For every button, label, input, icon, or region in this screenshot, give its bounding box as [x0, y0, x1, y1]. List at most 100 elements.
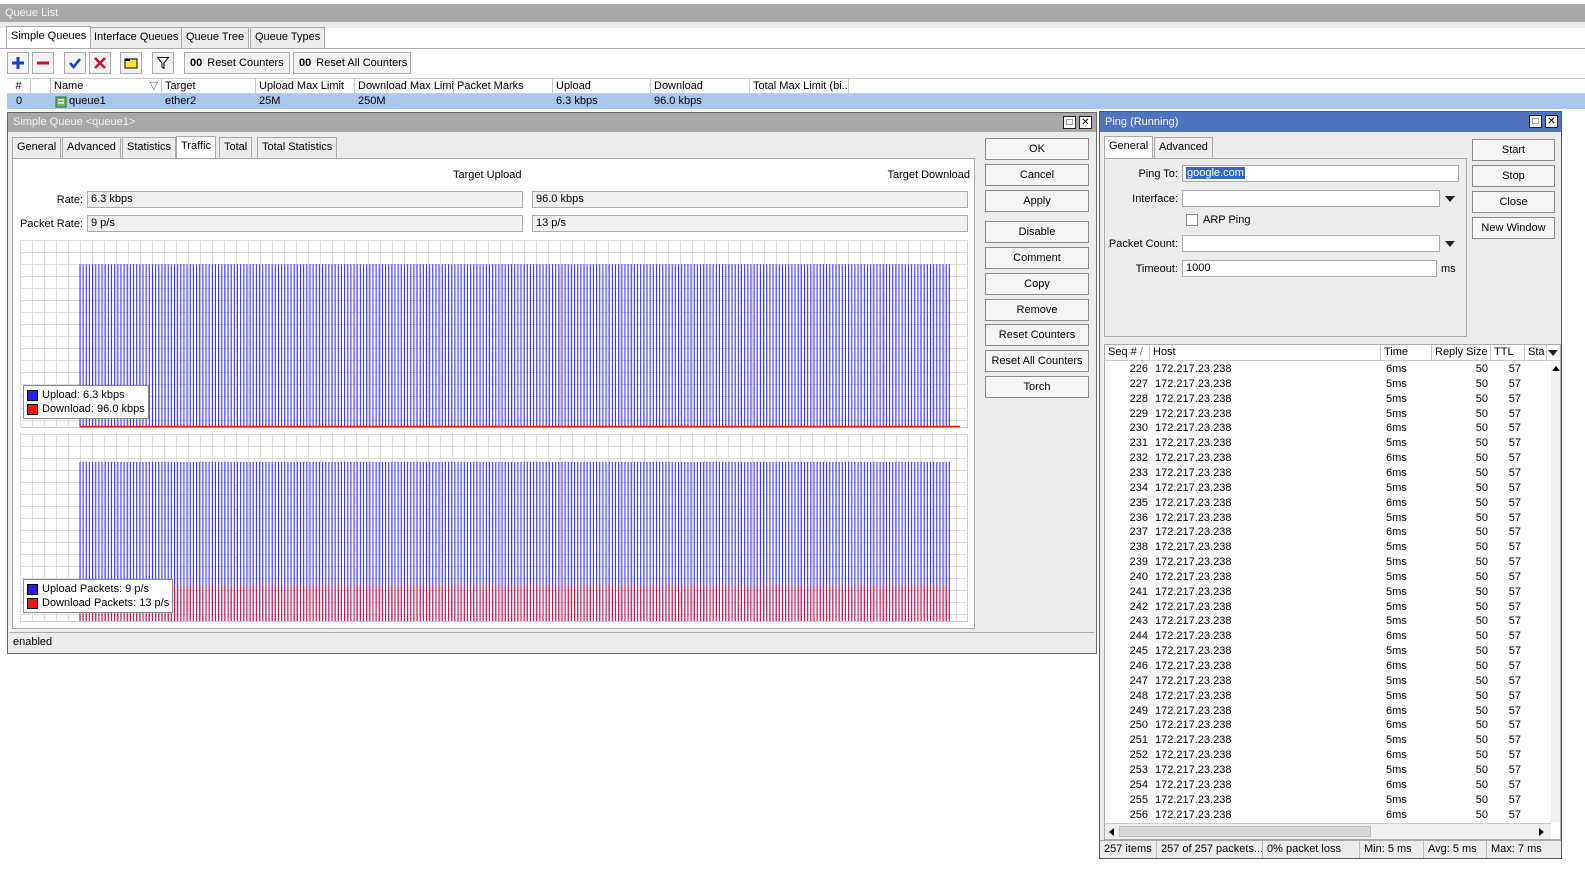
- reset-all-counters-button[interactable]: 00 Reset All Counters: [293, 52, 411, 74]
- apply-button[interactable]: Apply: [985, 190, 1089, 212]
- arp-ping-checkbox[interactable]: [1186, 214, 1198, 226]
- tab-ping-general[interactable]: General: [1104, 136, 1154, 158]
- table-row[interactable]: 248 172.217.23.238 5ms 50 57: [1105, 689, 1551, 704]
- torch-button[interactable]: Torch: [985, 376, 1089, 398]
- tab-interface-queues[interactable]: Interface Queues: [89, 27, 184, 48]
- remove-button[interactable]: [32, 52, 54, 74]
- table-row[interactable]: 256 172.217.23.238 6ms 50 57: [1105, 808, 1551, 823]
- ping-to-input[interactable]: google.com: [1182, 165, 1459, 182]
- vertical-scrollbar[interactable]: [1551, 362, 1561, 822]
- table-row[interactable]: 234 172.217.23.238 5ms 50 57: [1105, 481, 1551, 496]
- table-row[interactable]: 252 172.217.23.238 6ms 50 57: [1105, 748, 1551, 763]
- close-icon[interactable]: ✕: [1079, 116, 1092, 129]
- new-window-button[interactable]: New Window: [1472, 217, 1555, 239]
- table-row[interactable]: 0 queue1 ether2 25M 250M 6.3 kbps 96.0 k…: [7, 94, 1585, 109]
- reset-counters-button[interactable]: Reset Counters: [985, 324, 1089, 346]
- ok-button[interactable]: OK: [985, 138, 1089, 160]
- col-download-max-limit[interactable]: Download Max Limit: [355, 79, 454, 94]
- table-row[interactable]: 244 172.217.23.238 6ms 50 57: [1105, 629, 1551, 644]
- table-row[interactable]: 232 172.217.23.238 6ms 50 57: [1105, 451, 1551, 466]
- col-reply-size[interactable]: Reply Size: [1432, 345, 1491, 360]
- tab-queue-types[interactable]: Queue Types: [250, 27, 326, 48]
- stop-button[interactable]: Stop: [1472, 165, 1555, 187]
- tab-queue-tree[interactable]: Queue Tree: [181, 27, 250, 48]
- tab-ping-advanced[interactable]: Advanced: [1154, 137, 1213, 158]
- table-row[interactable]: 226 172.217.23.238 6ms 50 57: [1105, 362, 1551, 377]
- table-row[interactable]: 245 172.217.23.238 5ms 50 57: [1105, 644, 1551, 659]
- interface-dropdown-icon[interactable]: [1444, 194, 1456, 204]
- add-button[interactable]: [7, 52, 29, 74]
- scroll-left-icon[interactable]: [1107, 827, 1117, 837]
- table-row[interactable]: 237 172.217.23.238 6ms 50 57: [1105, 525, 1551, 540]
- maximize-icon[interactable]: □: [1529, 115, 1542, 128]
- tab-general[interactable]: General: [12, 137, 62, 158]
- table-row[interactable]: 247 172.217.23.238 5ms 50 57: [1105, 674, 1551, 689]
- col-status[interactable]: Sta: [1525, 345, 1547, 360]
- table-row[interactable]: 243 172.217.23.238 5ms 50 57: [1105, 614, 1551, 629]
- tab-total-statistics[interactable]: Total Statistics: [257, 137, 338, 158]
- maximize-icon[interactable]: □: [1063, 116, 1076, 129]
- table-row[interactable]: 246 172.217.23.238 6ms 50 57: [1105, 659, 1551, 674]
- enable-button[interactable]: [64, 52, 86, 74]
- col-seq[interactable]: Seq # /: [1105, 345, 1150, 360]
- table-row[interactable]: 238 172.217.23.238 5ms 50 57: [1105, 540, 1551, 555]
- table-row[interactable]: 255 172.217.23.238 5ms 50 57: [1105, 793, 1551, 808]
- tab-advanced[interactable]: Advanced: [62, 137, 121, 158]
- col-flags[interactable]: [31, 79, 51, 94]
- close-button[interactable]: Close: [1472, 191, 1555, 213]
- scroll-up-icon[interactable]: [1551, 364, 1561, 374]
- disable-button[interactable]: Disable: [985, 221, 1089, 243]
- scroll-right-icon[interactable]: [1536, 827, 1546, 837]
- table-row[interactable]: 250 172.217.23.238 6ms 50 57: [1105, 718, 1551, 733]
- col-time[interactable]: Time: [1381, 345, 1432, 360]
- cancel-button[interactable]: Cancel: [985, 164, 1089, 186]
- table-row[interactable]: 239 172.217.23.238 5ms 50 57: [1105, 555, 1551, 570]
- col-upload-max-limit[interactable]: Upload Max Limit: [256, 79, 355, 94]
- table-row[interactable]: 235 172.217.23.238 6ms 50 57: [1105, 496, 1551, 511]
- tab-simple-queues[interactable]: Simple Queues: [6, 26, 92, 48]
- table-row[interactable]: 231 172.217.23.238 5ms 50 57: [1105, 436, 1551, 451]
- table-row[interactable]: 240 172.217.23.238 5ms 50 57: [1105, 570, 1551, 585]
- reset-all-counters-button[interactable]: Reset All Counters: [985, 350, 1089, 372]
- table-row[interactable]: 228 172.217.23.238 5ms 50 57: [1105, 392, 1551, 407]
- comment-button[interactable]: [120, 52, 142, 74]
- col-total-max-limit[interactable]: Total Max Limit (bi...: [750, 79, 849, 94]
- disable-button[interactable]: [89, 52, 111, 74]
- col-name[interactable]: Name ▽: [51, 79, 162, 94]
- col-ttl[interactable]: TTL: [1491, 345, 1525, 360]
- table-row[interactable]: 254 172.217.23.238 6ms 50 57: [1105, 778, 1551, 793]
- interface-select[interactable]: [1182, 190, 1440, 207]
- close-icon[interactable]: ✕: [1545, 115, 1558, 128]
- start-button[interactable]: Start: [1472, 139, 1555, 161]
- tab-traffic[interactable]: Traffic: [176, 136, 216, 158]
- tab-statistics[interactable]: Statistics: [122, 137, 177, 158]
- reset-counters-button[interactable]: 00 Reset Counters: [184, 52, 290, 74]
- columns-dropdown-icon[interactable]: [1547, 348, 1559, 358]
- col-index[interactable]: #: [7, 79, 31, 94]
- col-upload[interactable]: Upload: [553, 79, 651, 94]
- horizontal-scroll-thumb[interactable]: [1119, 826, 1371, 837]
- tab-total[interactable]: Total: [219, 137, 253, 158]
- table-row[interactable]: 236 172.217.23.238 5ms 50 57: [1105, 511, 1551, 526]
- filter-button[interactable]: [152, 52, 174, 74]
- comment-button[interactable]: Comment: [985, 247, 1089, 269]
- table-row[interactable]: 251 172.217.23.238 5ms 50 57: [1105, 733, 1551, 748]
- col-packet-marks[interactable]: Packet Marks: [454, 79, 553, 94]
- col-host[interactable]: Host: [1150, 345, 1381, 360]
- horizontal-scrollbar[interactable]: [1105, 823, 1551, 839]
- col-download[interactable]: Download: [651, 79, 750, 94]
- remove-button[interactable]: Remove: [985, 299, 1089, 321]
- packet-count-field[interactable]: [1182, 235, 1440, 252]
- table-row[interactable]: 253 172.217.23.238 5ms 50 57: [1105, 763, 1551, 778]
- table-row[interactable]: 227 172.217.23.238 5ms 50 57: [1105, 377, 1551, 392]
- timeout-field[interactable]: 1000: [1182, 260, 1437, 277]
- col-target[interactable]: Target: [162, 79, 256, 94]
- table-row[interactable]: 241 172.217.23.238 5ms 50 57: [1105, 585, 1551, 600]
- packet-count-dropdown-icon[interactable]: [1444, 239, 1456, 249]
- table-row[interactable]: 230 172.217.23.238 6ms 50 57: [1105, 421, 1551, 436]
- table-row[interactable]: 242 172.217.23.238 5ms 50 57: [1105, 600, 1551, 615]
- table-row[interactable]: 229 172.217.23.238 5ms 50 57: [1105, 407, 1551, 422]
- table-row[interactable]: 249 172.217.23.238 6ms 50 57: [1105, 704, 1551, 719]
- table-row[interactable]: 233 172.217.23.238 6ms 50 57: [1105, 466, 1551, 481]
- copy-button[interactable]: Copy: [985, 273, 1089, 295]
